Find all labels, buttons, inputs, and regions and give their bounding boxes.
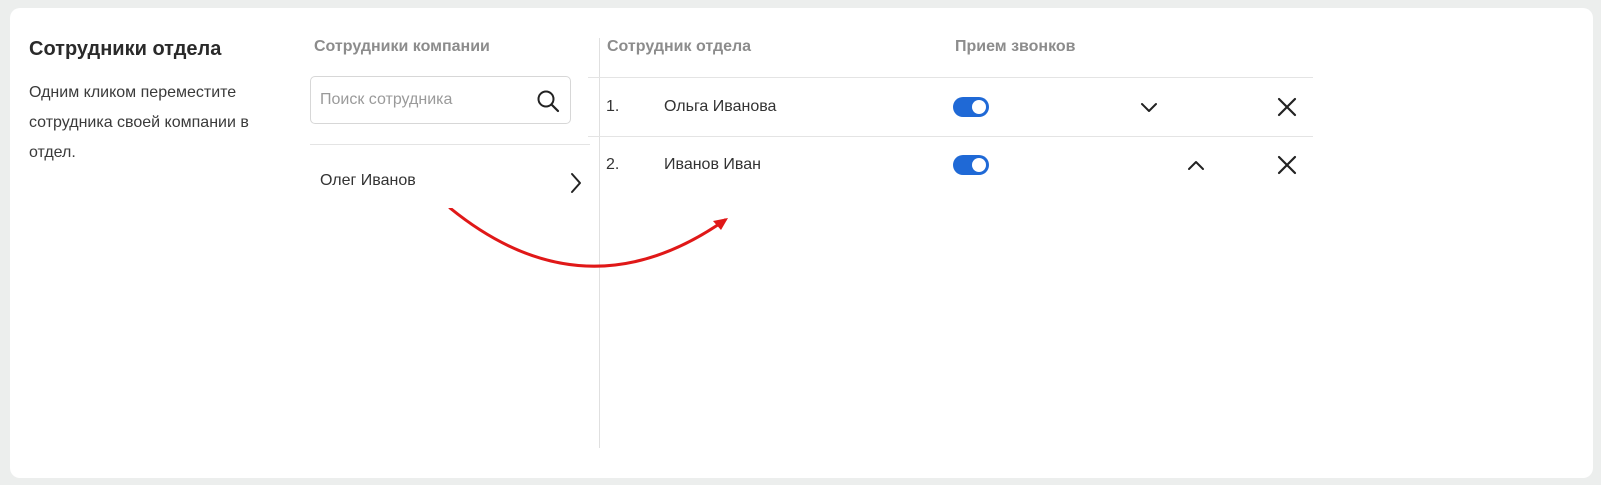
- call-reception-header: Прием звонков: [955, 38, 1076, 55]
- search-icon[interactable]: [536, 89, 560, 113]
- department-row: 2. Иванов Иван: [588, 136, 1313, 194]
- company-list-divider: [310, 144, 590, 145]
- chevron-right-icon[interactable]: [569, 171, 583, 195]
- department-employees-card: Сотрудники отдела Одним кликом перемести…: [10, 8, 1593, 478]
- department-row: 1. Ольга Иванова: [588, 78, 1313, 136]
- employee-search-input[interactable]: [320, 89, 525, 111]
- chevron-up-icon[interactable]: [1185, 154, 1207, 176]
- department-employee-header: Сотрудник отдела: [607, 38, 752, 55]
- employee-search-box[interactable]: [310, 76, 571, 124]
- row-number: 2.: [606, 156, 620, 173]
- section-title: Сотрудники отдела: [29, 38, 222, 60]
- employee-name: Ольга Иванова: [664, 98, 777, 115]
- company-employee-name: Олег Иванов: [320, 172, 416, 189]
- section-description: Одним кликом переместите сотрудника свое…: [29, 84, 249, 161]
- employee-name: Иванов Иван: [664, 156, 761, 173]
- chevron-down-icon[interactable]: [1138, 96, 1160, 118]
- toggle-knob: [972, 100, 986, 114]
- curved-arrow-icon: [448, 208, 728, 268]
- company-employee-item[interactable]: Олег Иванов: [310, 155, 591, 209]
- close-icon[interactable]: [1276, 96, 1298, 118]
- close-icon[interactable]: [1276, 154, 1298, 176]
- toggle-knob: [972, 158, 986, 172]
- call-reception-toggle[interactable]: [953, 97, 989, 117]
- company-employees-header: Сотрудники компании: [314, 38, 490, 55]
- call-reception-toggle[interactable]: [953, 155, 989, 175]
- row-number: 1.: [606, 98, 620, 115]
